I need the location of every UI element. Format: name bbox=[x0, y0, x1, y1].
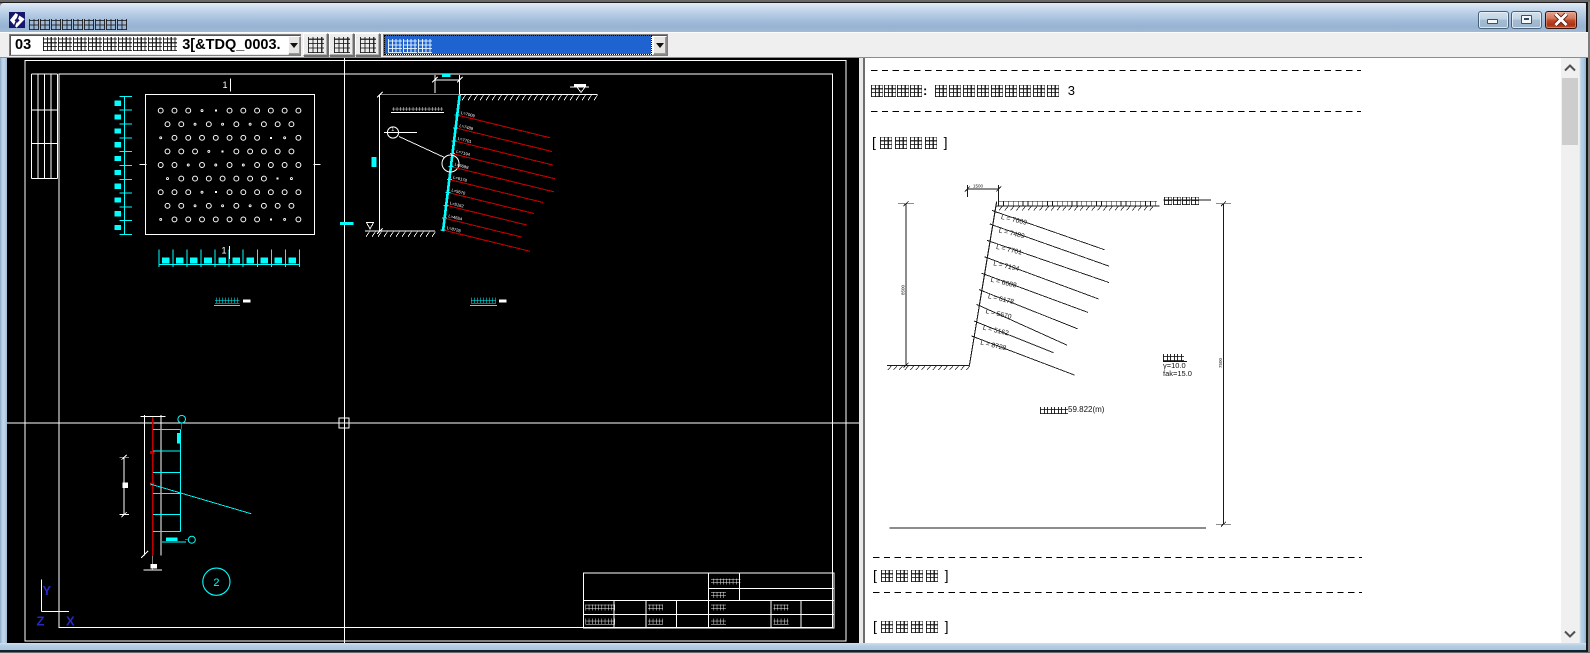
svg-text:7500: 7500 bbox=[1218, 357, 1223, 368]
svg-text:1: 1 bbox=[223, 80, 228, 90]
svg-text:Z: Z bbox=[37, 614, 45, 629]
svg-text:L = 7009: L = 7009 bbox=[1000, 214, 1028, 227]
svg-text:L = 6688: L = 6688 bbox=[990, 277, 1018, 290]
svg-text:Y: Y bbox=[43, 583, 52, 598]
svg-text:2: 2 bbox=[213, 577, 219, 589]
svg-text:X: X bbox=[66, 614, 75, 629]
svg-text:L = 5162: L = 5162 bbox=[982, 325, 1010, 338]
svg-text:L = 7701: L = 7701 bbox=[995, 244, 1023, 257]
svg-text:L = 6178: L = 6178 bbox=[987, 293, 1015, 306]
svg-text:L = 5670: L = 5670 bbox=[985, 308, 1013, 321]
svg-text:8500: 8500 bbox=[901, 284, 906, 295]
svg-text:1500: 1500 bbox=[973, 184, 984, 189]
svg-text:L = 7489: L = 7489 bbox=[998, 228, 1026, 241]
svg-text:L = 8728: L = 8728 bbox=[980, 340, 1008, 353]
svg-text:1: 1 bbox=[222, 246, 227, 256]
svg-text:1: 1 bbox=[391, 127, 394, 133]
svg-text:L = 7194: L = 7194 bbox=[993, 260, 1021, 273]
